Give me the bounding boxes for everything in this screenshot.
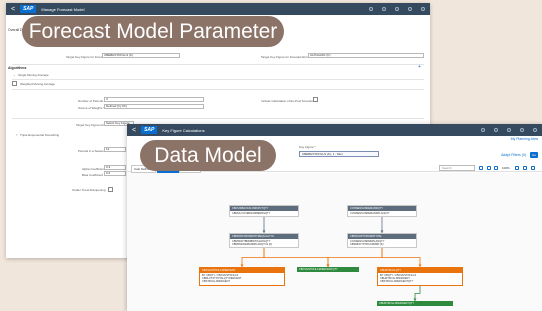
zoom-out-icon[interactable] bbox=[515, 166, 519, 170]
graph-node-line: CBSTKFILLSPERCENTQTY bbox=[380, 280, 414, 284]
add-algorithm-icon[interactable]: + bbox=[418, 64, 421, 70]
zoom-level: 100% bbox=[502, 166, 510, 170]
graph-node-line: CBSMNCTXTRCCDMDP (K) bbox=[350, 243, 384, 247]
data-model-banner: Data Model bbox=[140, 140, 276, 171]
help-icon[interactable] bbox=[382, 7, 386, 11]
graph-node[interactable]: CONSENSUSDEMANDQTY CONSENSUSDEMANDPLANQTY bbox=[347, 205, 417, 218]
planning-area-link[interactable]: My Planning Area bbox=[511, 137, 538, 141]
key-figure-label: Key Figure * bbox=[299, 145, 316, 149]
outlier-label: Outlier Trend Dampening bbox=[72, 188, 106, 192]
outlier-toggle[interactable] bbox=[108, 187, 113, 192]
app-title[interactable]: Key Figure Calculations bbox=[162, 128, 204, 133]
notification-icon[interactable] bbox=[395, 7, 399, 11]
search-icon[interactable] bbox=[369, 7, 373, 11]
graph-edge bbox=[381, 248, 421, 267]
chevron-right-icon[interactable]: › bbox=[14, 73, 15, 77]
graph-node[interactable]: CBDWNCTRCBFMTYREQUALITYA CBMNOFTBDMBWTOAL… bbox=[229, 233, 299, 249]
zoom-in-icon[interactable] bbox=[494, 166, 498, 170]
graph-node-body: BY CBQTY / CBCVHSTKFILLS CBRLCTXTTOTALQTY… bbox=[200, 273, 284, 285]
divider bbox=[12, 79, 424, 80]
graph-node-body: CONSENSUSDEMANDPLANQTY bbox=[348, 211, 416, 216]
num-periods-input[interactable]: 3 bbox=[104, 97, 204, 102]
num-periods-label: Number of Periods * bbox=[78, 99, 106, 103]
weighted-checkbox[interactable] bbox=[12, 81, 17, 86]
app-title[interactable]: Manage Forecast Model bbox=[41, 7, 84, 12]
include-ex-post-toggle[interactable] bbox=[313, 97, 318, 102]
target-fc-error-label: Target Key Figure for Forecast Error bbox=[261, 55, 310, 59]
alg-weighted-moving-average[interactable]: Weighted Moving Average bbox=[20, 82, 55, 86]
back-icon[interactable]: < bbox=[132, 127, 136, 134]
search-input[interactable]: Search bbox=[439, 165, 475, 171]
periods-season-input[interactable]: 12 bbox=[104, 147, 126, 152]
forecast-model-banner: Forecast Model Parameter bbox=[22, 16, 284, 47]
graph-node[interactable]: CBDSCRPTCBOMNTYPAL CONSENSUSDMDPLANQTY CBS… bbox=[347, 233, 417, 249]
graph-edges bbox=[240, 217, 422, 301]
shell-bar: < SAP Manage Forecast Model bbox=[6, 3, 430, 15]
beta-input[interactable]: 0.2 bbox=[104, 171, 126, 176]
graph-node-body: CBMNOFTBDMBWTOALPHQTY CBPRMCDEMANDPLANQTY… bbox=[230, 239, 298, 247]
settings-icon[interactable] bbox=[408, 7, 412, 11]
graph-edge bbox=[241, 248, 265, 267]
alg-triple-exponential[interactable]: Triple Exponential Smoothing bbox=[20, 133, 59, 137]
help-icon[interactable] bbox=[494, 128, 498, 132]
target-fc-input[interactable]: CBEBHSTKFILLS (K) bbox=[102, 53, 180, 58]
divider bbox=[12, 89, 424, 90]
sap-logo: SAP bbox=[141, 126, 158, 134]
graph-node[interactable]: CBHSTKFILLSPERCENTQTY bbox=[377, 301, 453, 306]
graph-node[interactable]: CBHSTKFILLQTY BY CBQTY / CBCVHSTKFILLS CBH… bbox=[377, 267, 463, 286]
alpha-label: Alpha Coefficient * bbox=[82, 167, 107, 171]
search-icon[interactable] bbox=[479, 166, 483, 170]
graph-node[interactable]: CBCVHSTKFILLSPERCENTQTY bbox=[297, 267, 359, 272]
chevron-down-icon[interactable]: ˅ bbox=[16, 133, 18, 137]
sap-logo: SAP bbox=[20, 5, 37, 13]
divider bbox=[12, 118, 424, 119]
include-ex-post-label: Include Calculation of Ex-Post Forecasts bbox=[261, 99, 316, 103]
graph-node-body: BY CBQTY / CBCVHSTKFILLS CBHSTKFILLSPERCE… bbox=[378, 273, 462, 285]
graph-canvas[interactable]: CBCVWBACKFLOWKPCTQTY CBMULCOVERNUMBERSSQT… bbox=[127, 173, 542, 311]
fit-icon[interactable] bbox=[523, 166, 527, 170]
adapt-filters-link[interactable]: Adapt Filters (0) bbox=[501, 153, 526, 157]
avatar[interactable] bbox=[533, 128, 537, 132]
graph-node-body: CONSENSUSDMDPLANQTY CBSMNCTXTRCCDMDP (K) bbox=[348, 239, 416, 247]
settings-icon[interactable] bbox=[520, 128, 524, 132]
alpha-input[interactable]: 0.3 bbox=[104, 165, 126, 170]
alg-single-moving-average[interactable]: Single Moving Average bbox=[18, 73, 49, 77]
notification-icon[interactable] bbox=[507, 128, 511, 132]
source-weights-label: Source of Weights * bbox=[78, 106, 105, 110]
graph-node-line: CBPRMCDEMANDPLANQTYA (K) bbox=[232, 243, 273, 247]
go-button[interactable]: Go bbox=[529, 152, 538, 158]
periods-season-label: Periods in a Season * bbox=[78, 149, 107, 153]
source-weights-select[interactable]: Defined (by KF) bbox=[104, 104, 204, 109]
graph-edge bbox=[263, 248, 329, 267]
graph-edge bbox=[327, 248, 383, 267]
graph-node-line: CBMULCOVERNUMBERSSQTY bbox=[232, 212, 271, 215]
graph-node-body: CBMULCOVERNUMBERSSQTY bbox=[230, 211, 298, 216]
avatar[interactable] bbox=[421, 7, 425, 11]
target-fc-error-input[interactable]: ALPHAAFK (K) bbox=[308, 53, 424, 58]
divider bbox=[12, 64, 424, 65]
graph-node-line: CBSTKFILLSPERCENT bbox=[202, 280, 230, 284]
beta-label: Beta Coefficient * bbox=[82, 173, 106, 177]
back-icon[interactable]: < bbox=[11, 6, 15, 13]
shell-bar: < SAP Key Figure Calculations bbox=[127, 124, 542, 136]
graph-node-line: CONSENSUSDEMANDPLANQTY bbox=[350, 212, 390, 215]
filter-icon[interactable] bbox=[487, 166, 491, 170]
section-overall: Overall D bbox=[8, 28, 23, 32]
algorithms-heading: Algorithms bbox=[8, 66, 27, 70]
graph-node[interactable]: CBCVWBACKFLOWKPCTQTY CBMULCOVERNUMBERSSQT… bbox=[229, 205, 299, 218]
search-icon[interactable] bbox=[481, 128, 485, 132]
fullscreen-icon[interactable] bbox=[531, 166, 535, 170]
graph-node[interactable]: CBCVHSTKFILLSPERCENT BY CBQTY / CBCVHSTKF… bbox=[199, 267, 285, 286]
key-figure-input[interactable]: CBEBHSTKFILLS (K), 1 - Mon bbox=[299, 151, 379, 157]
